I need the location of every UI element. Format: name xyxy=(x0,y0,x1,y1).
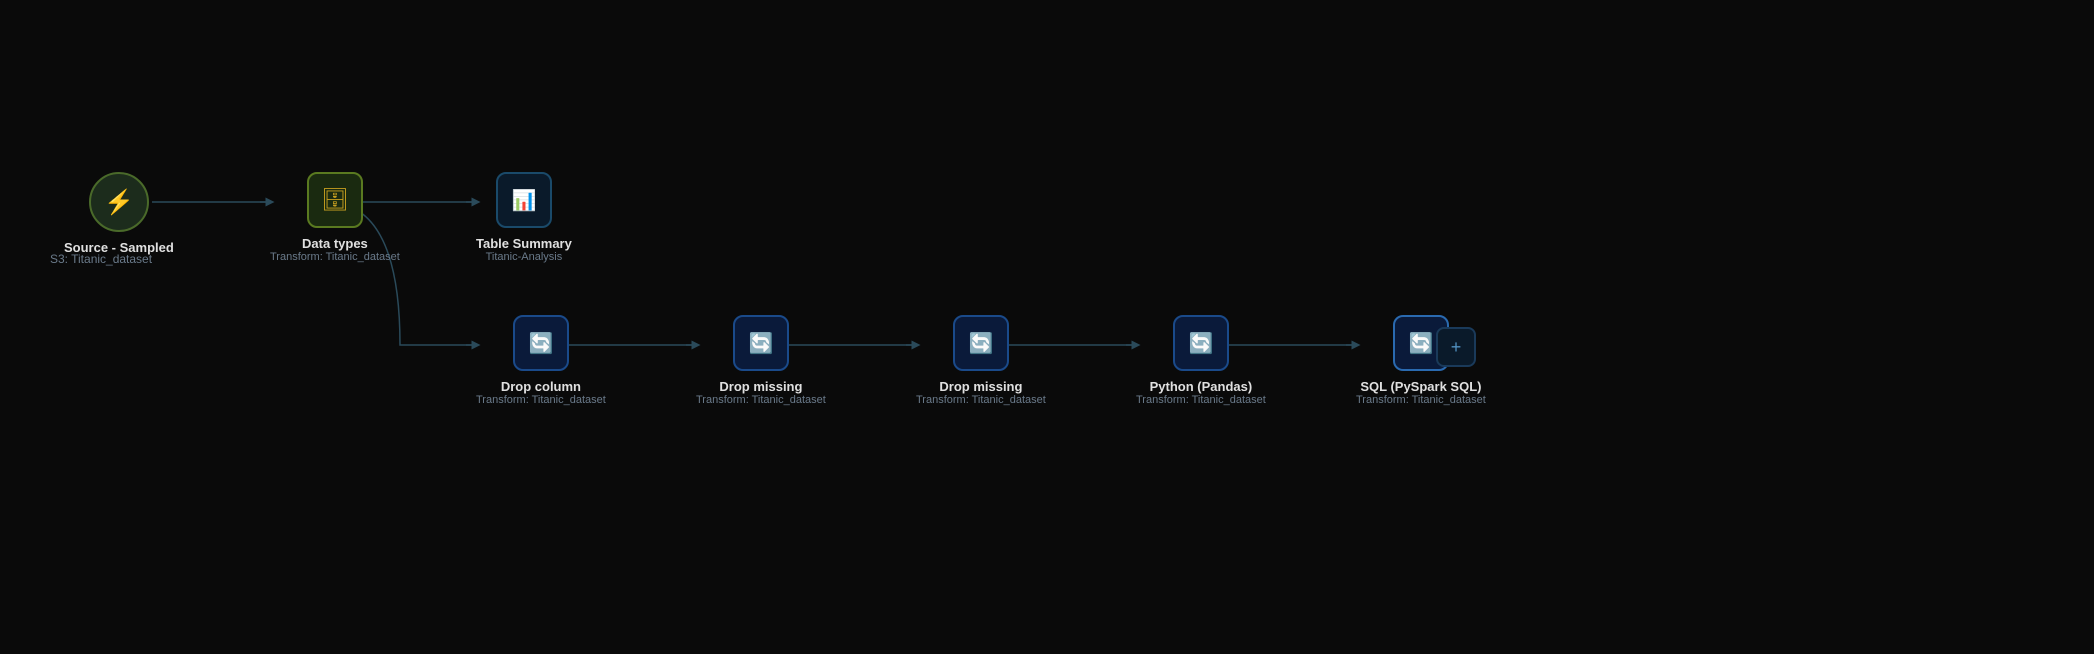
source-icon-container[interactable]: ⚡ xyxy=(89,172,149,232)
add-node[interactable]: + xyxy=(1436,327,1476,367)
dropcolumn-label: Drop column Transform: Titanic_dataset xyxy=(476,379,606,406)
tablesummary-subtitle: Titanic-Analysis xyxy=(476,251,572,263)
dropmissing2-node[interactable]: 🔄 Drop missing Transform: Titanic_datase… xyxy=(916,315,1046,406)
source-node[interactable]: ⚡ Source - Sampled xyxy=(64,172,174,255)
dropmissing1-icon-container[interactable]: 🔄 xyxy=(733,315,789,371)
datatypes-icon-container[interactable]: 🗄 xyxy=(307,172,363,228)
datatypes-subtitle: Transform: Titanic_dataset xyxy=(270,251,400,263)
dropmissing2-title: Drop missing xyxy=(916,379,1046,394)
dropmissing1-label: Drop missing Transform: Titanic_dataset xyxy=(696,379,826,406)
python-icon: 🔄 xyxy=(1188,331,1213,356)
add-icon-container[interactable]: + xyxy=(1436,327,1476,367)
dropmissing2-icon-container[interactable]: 🔄 xyxy=(953,315,1009,371)
tablesummary-icon: 📊 xyxy=(511,188,536,213)
pipeline-canvas: ⚡ Source - Sampled S3: Titanic_dataset 🗄… xyxy=(0,0,2094,654)
plus-icon: + xyxy=(1451,337,1462,358)
datatypes-label: Data types Transform: Titanic_dataset xyxy=(270,236,400,263)
dropcolumn-subtitle: Transform: Titanic_dataset xyxy=(476,394,606,406)
tablesummary-label: Table Summary Titanic-Analysis xyxy=(476,236,572,263)
dropmissing2-subtitle: Transform: Titanic_dataset xyxy=(916,394,1046,406)
dropmissing2-label: Drop missing Transform: Titanic_dataset xyxy=(916,379,1046,406)
source-subtitle: S3: Titanic_dataset xyxy=(50,252,152,266)
connection-lines xyxy=(0,0,2094,654)
dropcolumn-icon: 🔄 xyxy=(528,331,553,356)
dropmissing1-node[interactable]: 🔄 Drop missing Transform: Titanic_datase… xyxy=(696,315,826,406)
sql-subtitle: Transform: Titanic_dataset xyxy=(1356,394,1486,406)
tablesummary-node[interactable]: 📊 Table Summary Titanic-Analysis xyxy=(476,172,572,263)
dropmissing1-icon: 🔄 xyxy=(748,331,773,356)
dropmissing2-icon: 🔄 xyxy=(968,331,993,356)
datatypes-title: Data types xyxy=(270,236,400,251)
tablesummary-icon-container[interactable]: 📊 xyxy=(496,172,552,228)
python-icon-container[interactable]: 🔄 xyxy=(1173,315,1229,371)
dropcolumn-title: Drop column xyxy=(476,379,606,394)
datatypes-icon: 🗄 xyxy=(321,187,349,213)
sql-title: SQL (PySpark SQL) xyxy=(1356,379,1486,394)
sql-icon: 🔄 xyxy=(1408,331,1433,356)
python-label: Python (Pandas) Transform: Titanic_datas… xyxy=(1136,379,1266,406)
dropmissing1-title: Drop missing xyxy=(696,379,826,394)
dropcolumn-icon-container[interactable]: 🔄 xyxy=(513,315,569,371)
python-subtitle: Transform: Titanic_dataset xyxy=(1136,394,1266,406)
dropcolumn-node[interactable]: 🔄 Drop column Transform: Titanic_dataset xyxy=(476,315,606,406)
tablesummary-title: Table Summary xyxy=(476,236,572,251)
datatypes-node[interactable]: 🗄 Data types Transform: Titanic_dataset xyxy=(270,172,400,263)
python-node[interactable]: 🔄 Python (Pandas) Transform: Titanic_dat… xyxy=(1136,315,1266,406)
dropmissing1-subtitle: Transform: Titanic_dataset xyxy=(696,394,826,406)
python-title: Python (Pandas) xyxy=(1136,379,1266,394)
sql-label: SQL (PySpark SQL) Transform: Titanic_dat… xyxy=(1356,379,1486,406)
source-icon: ⚡ xyxy=(104,188,134,217)
